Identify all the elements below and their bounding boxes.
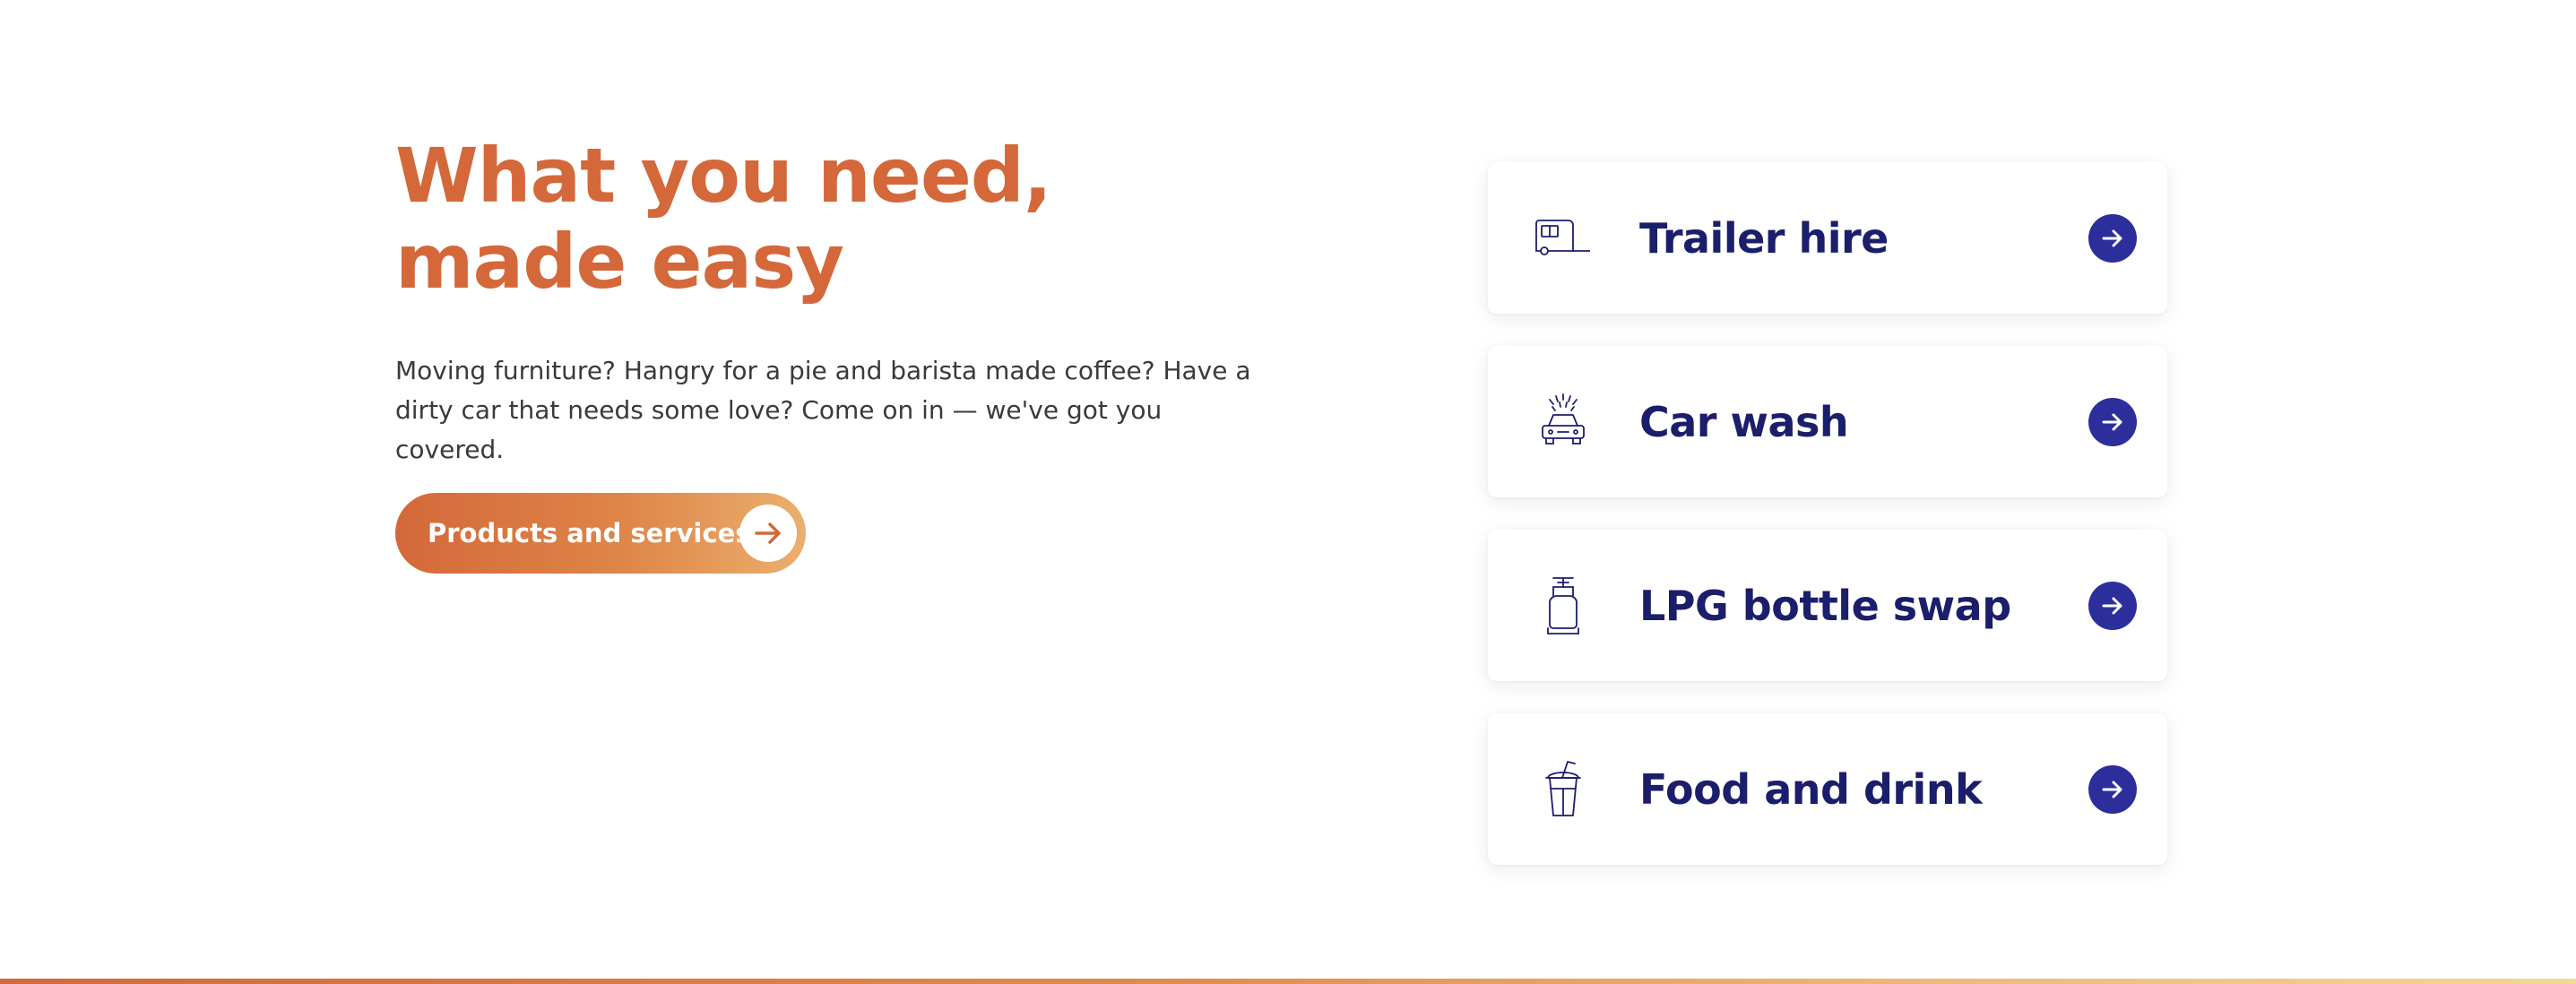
arrow-right-icon[interactable] [2088,581,2137,630]
car-wash-icon [1527,386,1599,458]
page-title: What you need, made easy [395,132,1052,306]
hero-description: Moving furniture? Hangry for a pie and b… [395,356,1251,464]
service-card-car-wash[interactable]: Car wash [1488,346,2167,497]
service-label: Food and drink [1639,764,1983,814]
arrow-right-icon[interactable] [2088,397,2137,446]
hero-section: What you need, made easy Moving furnitur… [395,133,1256,470]
bottom-gradient-divider [0,979,2576,984]
drink-cup-icon [1527,754,1599,825]
arrow-right-icon[interactable] [2088,213,2137,263]
arrow-right-icon[interactable] [2088,764,2137,814]
cta-label: Products and services [428,518,751,548]
services-list: Trailer hire Car wash LPG bottle swap Fo… [1488,162,2167,897]
service-card-lpg-bottle-swap[interactable]: LPG bottle swap [1488,530,2167,681]
gas-bottle-icon [1527,570,1599,642]
products-and-services-button[interactable]: Products and services [395,493,806,574]
service-label: Trailer hire [1639,213,1889,263]
service-card-food-and-drink[interactable]: Food and drink [1488,713,2167,865]
arrow-right-icon [739,505,797,562]
service-card-trailer-hire[interactable]: Trailer hire [1488,162,2167,314]
trailer-icon [1527,203,1599,274]
service-label: Car wash [1639,397,1849,446]
service-label: LPG bottle swap [1639,581,2011,630]
